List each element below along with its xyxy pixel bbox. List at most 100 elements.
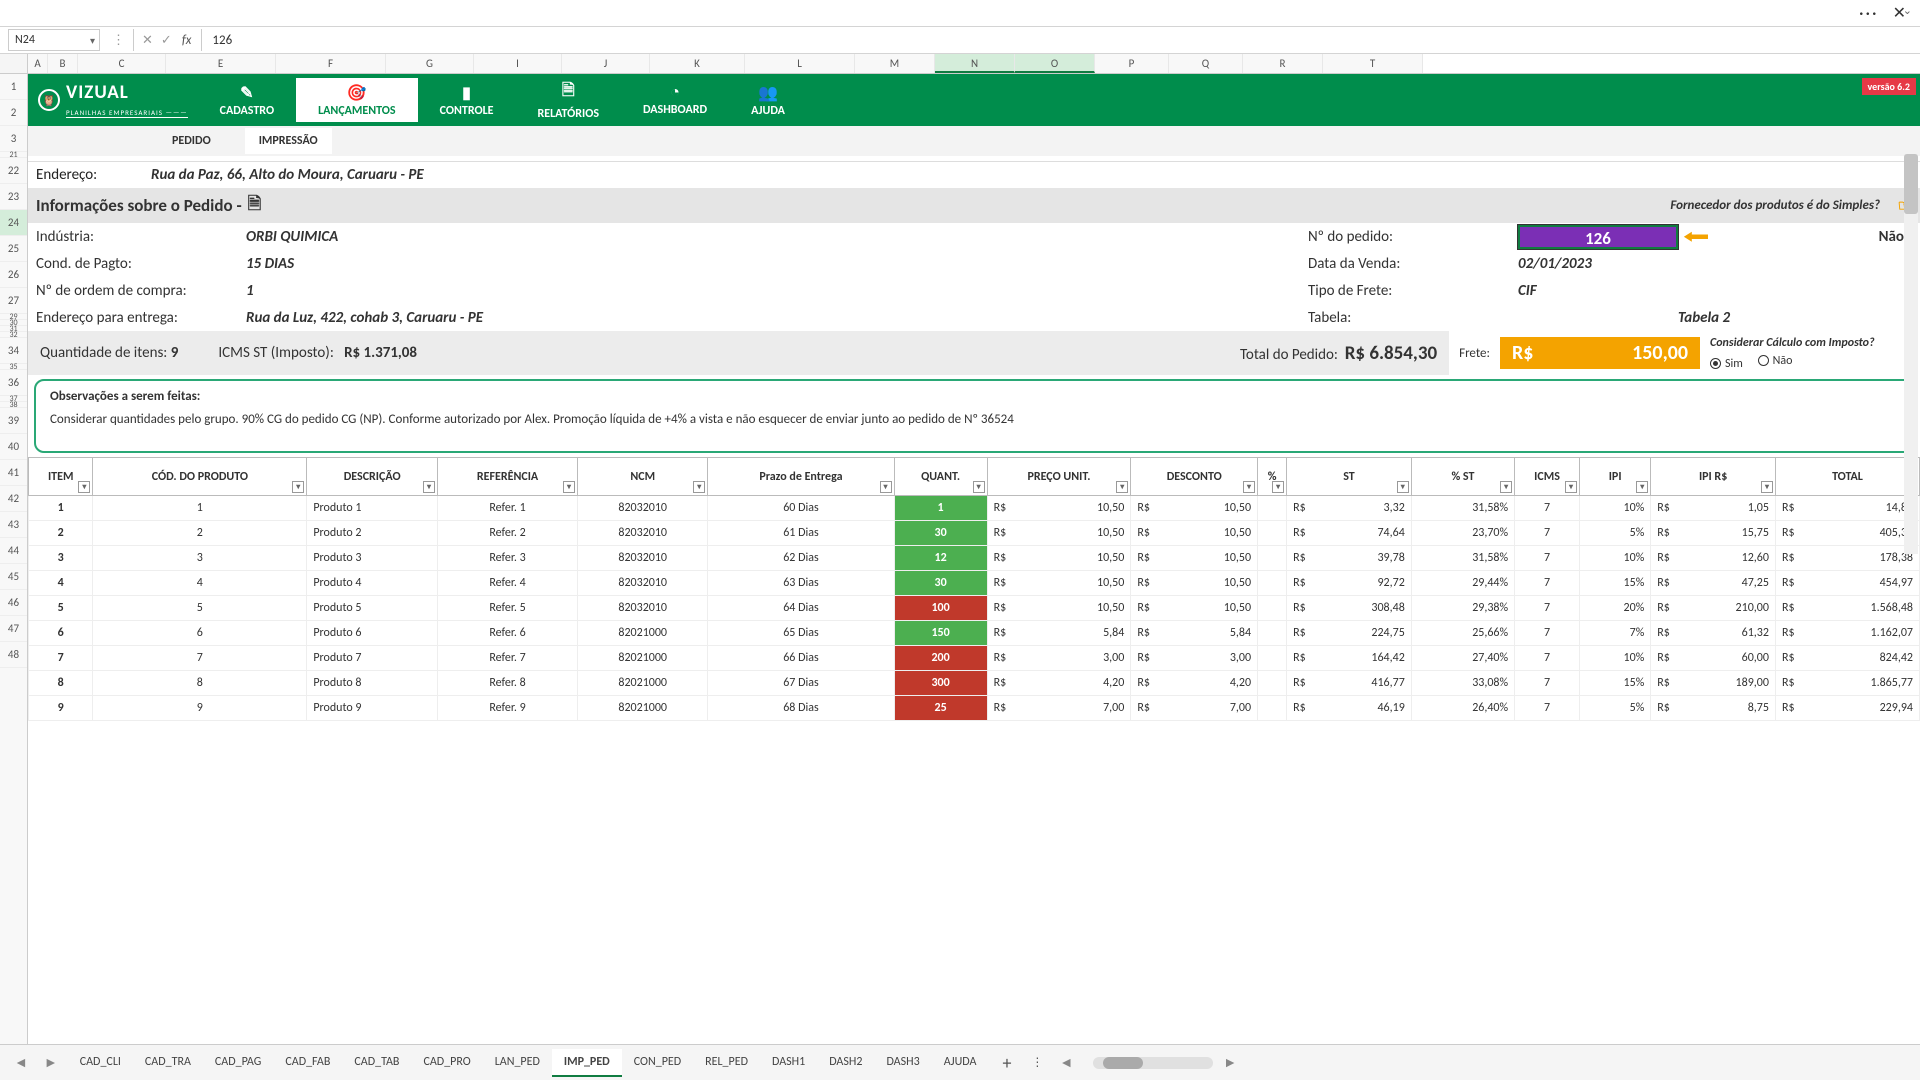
row-header-39[interactable]: 39 xyxy=(0,408,27,434)
ribbon-tab-cadastro[interactable]: ✎CADASTRO xyxy=(198,74,296,126)
row-header-47[interactable]: 47 xyxy=(0,616,27,642)
col-header-F[interactable]: F xyxy=(276,54,386,73)
table-row[interactable]: 66Produto 6Refer. 68202100065 Dias150R$5… xyxy=(29,621,1920,646)
row-header-41[interactable]: 41 xyxy=(0,460,27,486)
horizontal-scrollbar[interactable] xyxy=(1093,1057,1213,1069)
row-header-44[interactable]: 44 xyxy=(0,538,27,564)
col-cddoproduto[interactable]: CÓD. DO PRODUTO▾ xyxy=(93,458,307,496)
sheet-tab-dash3[interactable]: DASH3 xyxy=(874,1049,931,1077)
col-st[interactable]: % ST▾ xyxy=(1411,458,1514,496)
row-header-45[interactable]: 45 xyxy=(0,564,27,590)
col-header-T[interactable]: T xyxy=(1323,54,1423,73)
filter-icon[interactable]: ▾ xyxy=(563,481,575,493)
row-header-3[interactable]: 3 xyxy=(0,126,27,152)
filter-icon[interactable]: ▾ xyxy=(423,481,435,493)
subtab-impressão[interactable]: IMPRESSÃO xyxy=(245,128,332,154)
col-header-E[interactable]: E xyxy=(166,54,276,73)
filter-icon[interactable]: ▾ xyxy=(1272,481,1284,493)
filter-icon[interactable]: ▾ xyxy=(1761,481,1773,493)
row-header-2[interactable]: 2 xyxy=(0,100,27,126)
col-quant[interactable]: QUANT.▾ xyxy=(894,458,987,496)
filter-icon[interactable]: ▾ xyxy=(973,481,985,493)
row-header-24[interactable]: 24 xyxy=(0,210,27,236)
col-item[interactable]: ITEM▾ xyxy=(29,458,93,496)
col-header-P[interactable]: P xyxy=(1095,54,1169,73)
menu-dots-icon[interactable]: ⋮ xyxy=(108,33,129,48)
row-header-27[interactable]: 27 xyxy=(0,288,27,314)
table-row[interactable]: 88Produto 8Refer. 88202100067 Dias300R$4… xyxy=(29,671,1920,696)
sheet-tab-cad_tab[interactable]: CAD_TAB xyxy=(342,1049,411,1077)
col-st[interactable]: ST▾ xyxy=(1287,458,1412,496)
row-header-1[interactable]: 1 xyxy=(0,74,27,100)
row-header-42[interactable]: 42 xyxy=(0,486,27,512)
col-descrio[interactable]: DESCRIÇÃO▾ xyxy=(307,458,438,496)
name-box[interactable]: N24 xyxy=(8,29,100,51)
col-header-L[interactable]: L xyxy=(745,54,855,73)
fx-icon[interactable]: fx xyxy=(176,33,198,48)
row-header-36[interactable]: 36 xyxy=(0,370,27,396)
col-preounit[interactable]: PREÇO UNIT.▾ xyxy=(987,458,1131,496)
sheet-tab-ajuda[interactable]: AJUDA xyxy=(932,1049,989,1077)
table-row[interactable]: 11Produto 1Refer. 18203201060 Dias1R$10,… xyxy=(29,496,1920,521)
col-header-R[interactable]: R xyxy=(1243,54,1323,73)
more-icon[interactable]: ··· xyxy=(1859,2,1879,24)
col-header-I[interactable]: I xyxy=(474,54,562,73)
tab-nav-prev-icon[interactable]: ◄ xyxy=(8,1054,34,1071)
sheet-tab-cad_fab[interactable]: CAD_FAB xyxy=(273,1049,342,1077)
row-header-22[interactable]: 22 xyxy=(0,158,27,184)
formula-input[interactable]: 126 xyxy=(206,33,238,48)
table-row[interactable]: 33Produto 3Refer. 38203201062 Dias12R$10… xyxy=(29,546,1920,571)
subtab-pedido[interactable]: PEDIDO xyxy=(158,128,225,154)
col-ipi[interactable]: IPI▾ xyxy=(1579,458,1650,496)
select-all-corner[interactable] xyxy=(0,54,28,73)
col-prazodeentrega[interactable]: Prazo de Entrega▾ xyxy=(708,458,894,496)
filter-icon[interactable]: ▾ xyxy=(1116,481,1128,493)
expand-formula-icon[interactable]: ⌄ xyxy=(1903,4,1912,17)
col-header-Q[interactable]: Q xyxy=(1169,54,1243,73)
ribbon-tab-relatórios[interactable]: 🗎RELATÓRIOS xyxy=(516,74,622,126)
ribbon-tab-dashboard[interactable]: ◔DASHBOARD xyxy=(621,74,729,126)
filter-icon[interactable]: ▾ xyxy=(1397,481,1409,493)
tab-nav-next-icon[interactable]: ► xyxy=(38,1054,64,1071)
col-total[interactable]: TOTAL▾ xyxy=(1775,458,1919,496)
col-header-J[interactable]: J xyxy=(562,54,650,73)
col-header-O[interactable]: O xyxy=(1015,54,1095,73)
npedido-cell[interactable]: 126 xyxy=(1518,225,1678,249)
sheet-tab-lan_ped[interactable]: LAN_PED xyxy=(483,1049,552,1077)
col-header-B[interactable]: B xyxy=(48,54,78,73)
row-header-43[interactable]: 43 xyxy=(0,512,27,538)
scroll-right-icon[interactable]: ► xyxy=(1217,1054,1243,1071)
row-header-26[interactable]: 26 xyxy=(0,262,27,288)
worksheet[interactable]: 🦉 VIZUAL PLANILHAS EMPRESARIAIS ——— ✎CAD… xyxy=(28,74,1920,1044)
radio-nao[interactable]: Não xyxy=(1758,354,1793,368)
filter-icon[interactable]: ▾ xyxy=(693,481,705,493)
ribbon-tab-ajuda[interactable]: 👥AJUDA xyxy=(729,74,807,126)
sheet-tab-rel_ped[interactable]: REL_PED xyxy=(693,1049,760,1077)
sheet-tab-dash2[interactable]: DASH2 xyxy=(817,1049,874,1077)
table-row[interactable]: 55Produto 5Refer. 58203201064 Dias100R$1… xyxy=(29,596,1920,621)
row-header-48[interactable]: 48 xyxy=(0,642,27,668)
sheet-menu-icon[interactable]: ⋮ xyxy=(1025,1055,1049,1070)
filter-icon[interactable]: ▾ xyxy=(1500,481,1512,493)
sheet-tab-con_ped[interactable]: CON_PED xyxy=(622,1049,693,1077)
col-ncm[interactable]: NCM▾ xyxy=(578,458,708,496)
table-row[interactable]: 22Produto 2Refer. 28203201061 Dias30R$10… xyxy=(29,521,1920,546)
filter-icon[interactable]: ▾ xyxy=(78,481,90,493)
sheet-tab-imp_ped[interactable]: IMP_PED xyxy=(552,1049,622,1077)
filter-icon[interactable]: ▾ xyxy=(1243,481,1255,493)
col-header-A[interactable]: A xyxy=(28,54,48,73)
col-referncia[interactable]: REFERÊNCIA▾ xyxy=(437,458,577,496)
col-desconto[interactable]: DESCONTO▾ xyxy=(1131,458,1258,496)
col-ipir[interactable]: IPI R$▾ xyxy=(1651,458,1776,496)
col-[interactable]: %▾ xyxy=(1258,458,1287,496)
col-header-M[interactable]: M xyxy=(855,54,935,73)
scroll-left-icon[interactable]: ◄ xyxy=(1053,1054,1079,1071)
table-row[interactable]: 77Produto 7Refer. 78202100066 Dias200R$3… xyxy=(29,646,1920,671)
filter-icon[interactable]: ▾ xyxy=(880,481,892,493)
row-header-46[interactable]: 46 xyxy=(0,590,27,616)
add-sheet-icon[interactable]: + xyxy=(992,1052,1021,1074)
row-header-34[interactable]: 34 xyxy=(0,338,27,364)
filter-icon[interactable]: ▾ xyxy=(1565,481,1577,493)
vertical-scrollbar[interactable] xyxy=(1904,154,1918,554)
col-header-C[interactable]: C xyxy=(78,54,166,73)
